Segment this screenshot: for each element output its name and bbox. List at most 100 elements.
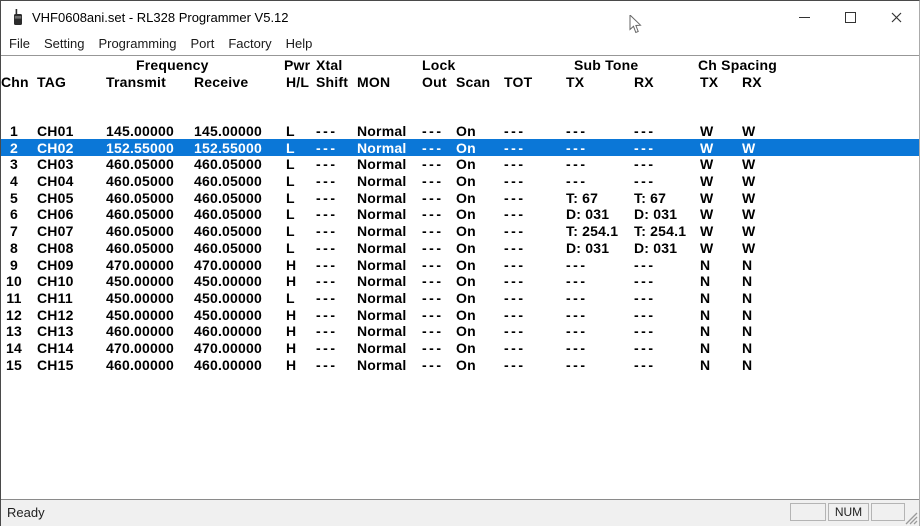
cell-transmit: 145.00000: [97, 123, 185, 139]
cell-transmit: 460.05000: [97, 156, 185, 172]
cell-receive: 450.00000: [185, 290, 275, 306]
table-row[interactable]: 2 CH02 152.55000 152.55000 L --- Normal …: [1, 139, 919, 156]
cell-out: ---: [413, 123, 450, 139]
maximize-button[interactable]: [827, 1, 873, 33]
cell-scan: On: [450, 123, 495, 139]
cell-subtone-rx: ---: [625, 140, 691, 156]
cell-pwr: H: [275, 257, 307, 273]
cell-tot: ---: [495, 323, 557, 339]
cell-tag: CH06: [27, 206, 97, 222]
table-row[interactable]: 12 CH12 450.00000 450.00000 H --- Normal…: [1, 306, 919, 323]
cell-tag: CH10: [27, 273, 97, 289]
cell-tot: ---: [495, 173, 557, 189]
menu-item-setting[interactable]: Setting: [37, 33, 91, 55]
cell-pwr: H: [275, 357, 307, 373]
title-bar: VHF0608ani.set - RL328 Programmer V5.12: [1, 1, 919, 33]
cell-out: ---: [413, 140, 450, 156]
radio-icon: [11, 9, 24, 26]
table-rows: 1 CH01 145.00000 145.00000 L --- Normal …: [1, 106, 919, 373]
cell-scan: On: [450, 323, 495, 339]
menu-item-help[interactable]: Help: [279, 33, 320, 55]
cell-subtone-rx: T: 254.1: [625, 223, 691, 239]
cell-shift: ---: [307, 156, 348, 172]
cell-out: ---: [413, 273, 450, 289]
table-column-header: Chn TAG Transmit Receive H/L Shift MON O…: [1, 74, 919, 91]
cell-shift: ---: [307, 257, 348, 273]
cell-chn: 12: [1, 307, 27, 323]
table-row[interactable]: 8 CH08 460.05000 460.05000 L --- Normal …: [1, 240, 919, 257]
cell-subtone-rx: ---: [625, 257, 691, 273]
cell-subtone-rx: ---: [625, 173, 691, 189]
cell-scan: On: [450, 173, 495, 189]
menu-item-programming[interactable]: Programming: [91, 33, 183, 55]
table-row[interactable]: 15 CH15 460.00000 460.00000 H --- Normal…: [1, 356, 919, 373]
table-row[interactable]: 3 CH03 460.05000 460.05000 L --- Normal …: [1, 156, 919, 173]
cell-receive: 460.00000: [185, 323, 275, 339]
cell-tag: CH05: [27, 190, 97, 206]
table-row[interactable]: 11 CH11 450.00000 450.00000 L --- Normal…: [1, 290, 919, 307]
menu-item-factory[interactable]: Factory: [221, 33, 278, 55]
cell-mon: Normal: [348, 340, 413, 356]
cell-tag: CH08: [27, 240, 97, 256]
cell-scan: On: [450, 290, 495, 306]
col-header-spacing-tx: TX: [691, 74, 733, 91]
cell-tag: CH04: [27, 173, 97, 189]
minimize-button[interactable]: [781, 1, 827, 33]
header-gap: [1, 91, 919, 106]
table-row[interactable]: 13 CH13 460.00000 460.00000 H --- Normal…: [1, 323, 919, 340]
cell-chn: 1: [1, 123, 27, 139]
table-row[interactable]: 1 CH01 145.00000 145.00000 L --- Normal …: [1, 123, 919, 140]
cell-tot: ---: [495, 257, 557, 273]
col-header-tot: TOT: [495, 74, 557, 91]
cell-spacing-rx: W: [733, 190, 783, 206]
cell-transmit: 460.05000: [97, 223, 185, 239]
table-row[interactable]: 9 CH09 470.00000 470.00000 H --- Normal …: [1, 256, 919, 273]
cell-mon: Normal: [348, 240, 413, 256]
col-header-mon: MON: [348, 74, 413, 91]
cell-out: ---: [413, 340, 450, 356]
close-button[interactable]: [873, 1, 919, 33]
maximize-icon: [845, 12, 856, 23]
cell-tag: CH13: [27, 323, 97, 339]
cell-pwr: L: [275, 223, 307, 239]
table-row[interactable]: [1, 106, 919, 123]
table-row[interactable]: 6 CH06 460.05000 460.05000 L --- Normal …: [1, 206, 919, 223]
cell-spacing-rx: W: [733, 223, 783, 239]
table-row[interactable]: 10 CH10 450.00000 450.00000 H --- Normal…: [1, 273, 919, 290]
cell-spacing-tx: N: [691, 323, 733, 339]
table-row[interactable]: 4 CH04 460.05000 460.05000 L --- Normal …: [1, 173, 919, 190]
cell-receive: 460.00000: [185, 357, 275, 373]
menu-item-port[interactable]: Port: [183, 33, 221, 55]
cell-receive: 470.00000: [185, 257, 275, 273]
table-row[interactable]: 14 CH14 470.00000 470.00000 H --- Normal…: [1, 340, 919, 357]
col-header-tag: TAG: [27, 74, 97, 91]
cell-spacing-rx: N: [733, 290, 783, 306]
menu-item-file[interactable]: File: [2, 33, 37, 55]
cell-shift: ---: [307, 223, 348, 239]
cell-receive: 450.00000: [185, 273, 275, 289]
window-title: VHF0608ani.set - RL328 Programmer V5.12: [32, 10, 289, 25]
resize-grip[interactable]: [905, 512, 918, 525]
table-row[interactable]: 5 CH05 460.05000 460.05000 L --- Normal …: [1, 189, 919, 206]
col-header-chn: Chn: [1, 74, 27, 91]
cell-transmit: 460.05000: [97, 190, 185, 206]
cell-out: ---: [413, 190, 450, 206]
cell-scan: On: [450, 140, 495, 156]
num-lock-indicator: NUM: [828, 503, 869, 521]
cell-scan: On: [450, 156, 495, 172]
table-row[interactable]: 7 CH07 460.05000 460.05000 L --- Normal …: [1, 223, 919, 240]
cell-spacing-tx: W: [691, 223, 733, 239]
cell-mon: Normal: [348, 323, 413, 339]
cell-mon: Normal: [348, 123, 413, 139]
cell-out: ---: [413, 156, 450, 172]
cell-tot: ---: [495, 290, 557, 306]
cell-tag: CH07: [27, 223, 97, 239]
cell-chn: 7: [1, 223, 27, 239]
cell-shift: ---: [307, 240, 348, 256]
cell-shift: ---: [307, 307, 348, 323]
cell-spacing-rx: N: [733, 323, 783, 339]
cell-shift: ---: [307, 340, 348, 356]
cell-out: ---: [413, 307, 450, 323]
cell-shift: ---: [307, 290, 348, 306]
group-header-ch-spacing: Ch Spacing: [698, 57, 777, 74]
